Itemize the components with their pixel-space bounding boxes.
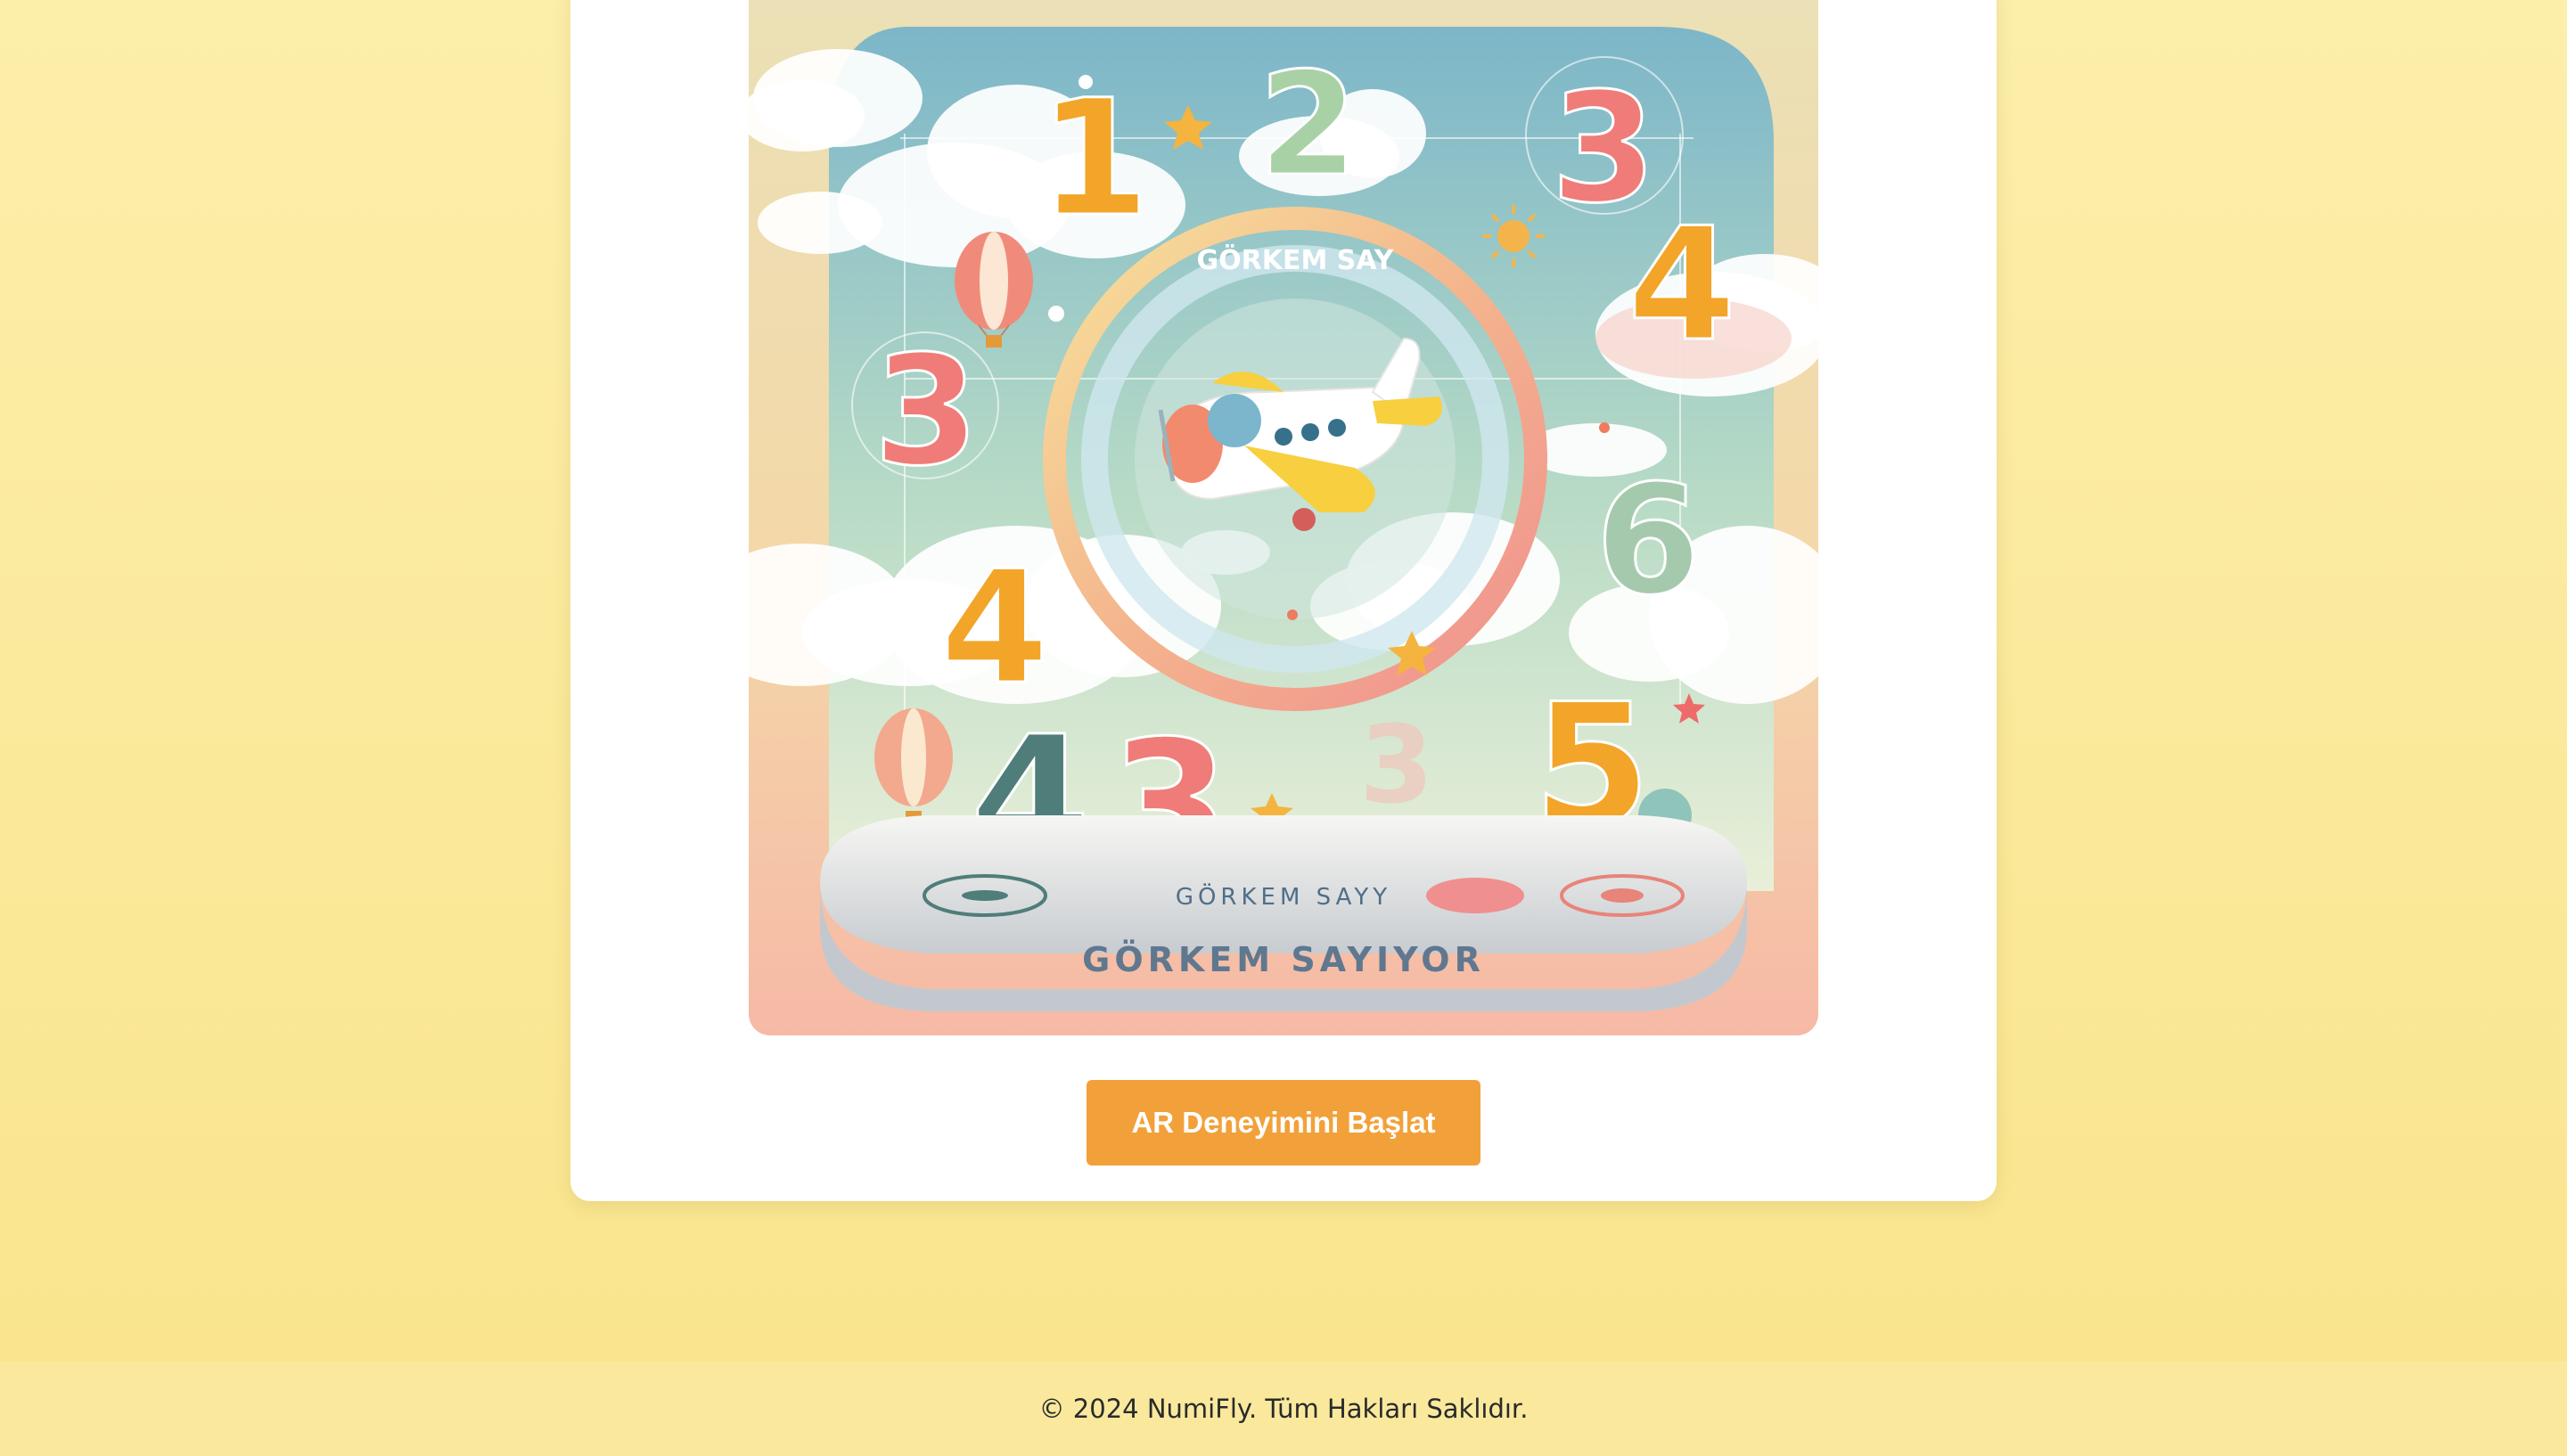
start-ar-button[interactable]: AR Deneyimini Başlat [1087, 1080, 1480, 1166]
digit-four: 4 [1628, 195, 1736, 376]
digit-two: 2 [1259, 41, 1357, 208]
digit-three-faded: 3 [1359, 704, 1434, 828]
base-platform: GÖRKEM SAYY GÖRKEM SAYIYOR [820, 815, 1747, 1011]
footer: © 2024 NumiFly. Tüm Hakları Saklıdır. [0, 1362, 2567, 1456]
base-title: GÖRKEM SAYIYOR [1082, 940, 1485, 979]
digit-six: 6 [1595, 453, 1701, 629]
digit-three: 3 [873, 323, 979, 500]
digit-four: 4 [940, 538, 1049, 719]
base-small-text: GÖRKEM SAYY [1176, 882, 1391, 911]
digit-one: 1 [1038, 66, 1150, 252]
illustration-svg: GÖRKEM SAY 1 2 3 3 4 4 6 4 3 5 3 GÖRKEM … [749, 27, 1818, 1011]
hero-illustration: GÖRKEM SAY 1 2 3 3 4 4 6 4 3 5 3 GÖRKEM … [749, 0, 1818, 1035]
copyright-text: © 2024 NumiFly. Tüm Hakları Saklıdır. [1038, 1394, 1529, 1424]
ring-text: GÖRKEM SAY [1197, 243, 1395, 276]
